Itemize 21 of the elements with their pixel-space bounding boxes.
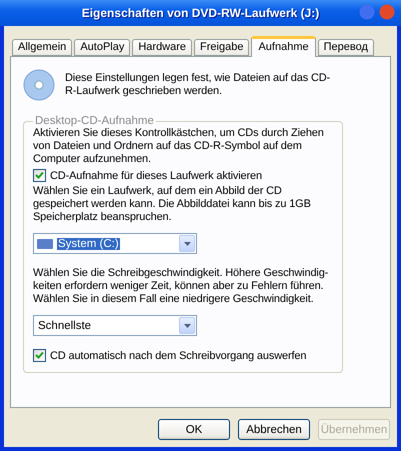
dropdown[interactable]: System (C:): [33, 233, 197, 254]
disc-icon: [23, 69, 55, 101]
dropdown[interactable]: Schnellste: [33, 315, 197, 336]
tab[interactable]: Hardware: [132, 39, 192, 56]
checkbox[interactable]: [33, 349, 46, 362]
dialog-button[interactable]: OK: [158, 419, 230, 440]
intro-text: Diese Einstellungen legen fest, wie Dateien auf das CD-R-Laufwerk geschrieben werden.: [65, 72, 332, 98]
tab[interactable]: Freigabe: [194, 39, 250, 56]
description-text: Wählen Sie die Schreibgeschwindigkeit. Höhere Geschwindig-keiten erfordern weniger Zeit, können aber zu Fehlern führen. Wählen Sie in diesem Fall eine niedrigere Geschwindigkeit.: [33, 267, 330, 306]
checkbox-option[interactable]: CD automatisch nach dem Schreibvorgang auswerfen: [33, 349, 334, 362]
dialog-button[interactable]: Abbrechen: [238, 419, 310, 440]
description-text: Aktivieren Sie dieses Kontrollkästchen, um CDs durch Ziehen von Dateien und Ordnern auf das CD-R-Symbol auf dem Computer aufzunehmen.: [33, 127, 325, 166]
checkbox[interactable]: [33, 169, 46, 182]
tab[interactable]: Aufnahme: [251, 36, 316, 57]
window-title: Eigenschaften von DVD-RW-Laufwerk (J:): [82, 6, 320, 20]
description-text: Wählen Sie ein Laufwerk, auf dem ein Abbild der CD gespeichert werden kann. Die Abbilddatei kann bis zu 1GB Speicherplatz beanspruchen.: [33, 185, 312, 224]
checkbox-option[interactable]: CD-Aufnahme für dieses Laufwerk aktivieren: [33, 169, 334, 182]
group-title: Desktop-CD-Aufnahme: [34, 115, 155, 127]
tab[interactable]: Allgemein: [12, 39, 72, 56]
tab[interactable]: Перевод: [318, 39, 374, 56]
tab[interactable]: AutoPlay: [74, 39, 130, 56]
